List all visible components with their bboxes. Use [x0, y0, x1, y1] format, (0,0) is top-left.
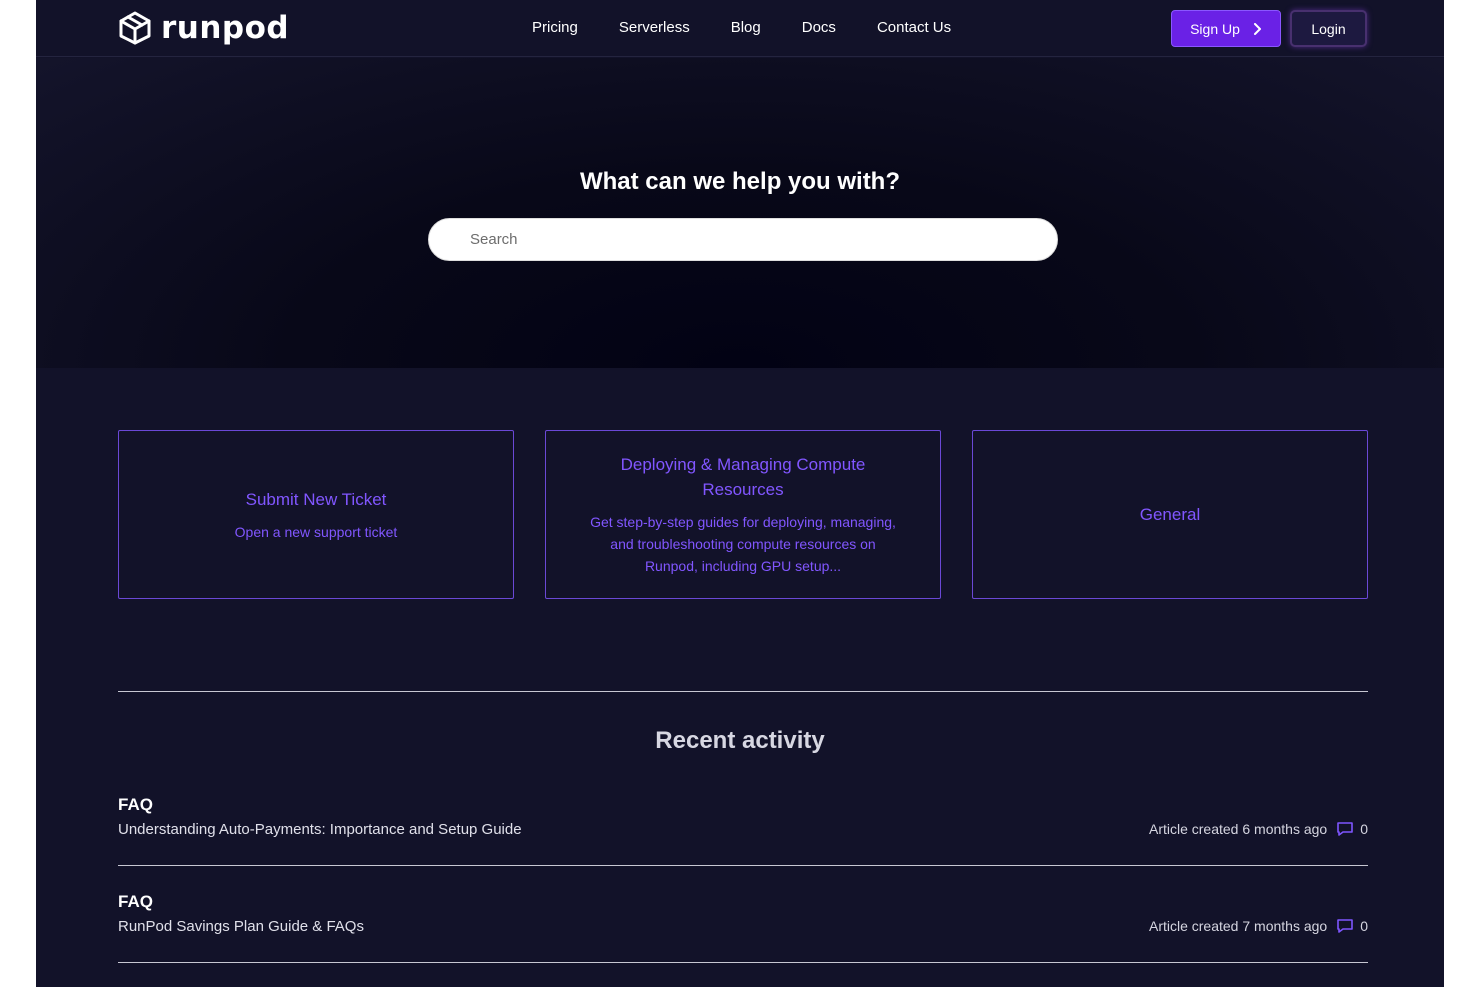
top-navbar: runpod Pricing Serverless Blog Docs Cont…	[36, 0, 1444, 57]
card-submit-new-ticket[interactable]: Submit New Ticket Open a new support tic…	[118, 430, 514, 599]
nav-link-contact-us[interactable]: Contact Us	[877, 19, 951, 36]
sign-up-label: Sign Up	[1190, 20, 1240, 37]
activity-item: FAQ Understanding Auto-Payments: Importa…	[118, 795, 1368, 845]
comment-count: 0	[1360, 918, 1368, 934]
hero-section: What can we help you with?	[36, 58, 1444, 368]
hero-title: What can we help you with?	[579, 168, 900, 195]
activity-meta: Article created 6 months ago 0	[1149, 821, 1368, 837]
card-description: Get step-by-step guides for deploying, m…	[590, 514, 896, 574]
category-cards: Submit New Ticket Open a new support tic…	[118, 430, 1368, 599]
comment-count: 0	[1360, 821, 1368, 837]
section-divider	[118, 691, 1368, 692]
card-description: Open a new support ticket	[234, 523, 398, 540]
activity-timestamp: Article created 7 months ago	[1148, 918, 1328, 934]
activity-meta: Article created 7 months ago 0	[1149, 918, 1368, 934]
activity-item: FAQ RunPod Savings Plan Guide & FAQs Art…	[118, 892, 1368, 942]
nav-link-docs[interactable]: Docs	[802, 19, 836, 36]
search-bar	[428, 218, 1058, 261]
activity-category-link[interactable]: FAQ	[118, 795, 153, 815]
card-title: Submit New Ticket	[245, 489, 387, 509]
activity-timestamp: Article created 6 months ago	[1148, 821, 1328, 837]
activity-divider	[118, 962, 1368, 963]
sign-up-button[interactable]: Sign Up	[1171, 10, 1281, 47]
activity-category-link[interactable]: FAQ	[118, 892, 153, 912]
comment-bubble-icon	[1337, 822, 1354, 836]
search-icon	[445, 232, 460, 247]
brand-logo[interactable]: runpod	[118, 9, 289, 47]
runpod-cube-logo-icon	[119, 11, 151, 45]
activity-article-link[interactable]: Understanding Auto-Payments: Importance …	[118, 821, 522, 838]
main-nav: Pricing Serverless Blog Docs Contact Us	[532, 19, 992, 36]
recent-activity-title: Recent activity	[655, 727, 825, 754]
nav-link-pricing[interactable]: Pricing	[532, 19, 578, 36]
nav-link-blog[interactable]: Blog	[731, 19, 761, 36]
comment-bubble-icon	[1337, 919, 1354, 933]
card-general[interactable]: General	[972, 430, 1368, 599]
search-input[interactable]	[470, 224, 1030, 255]
card-deploying-managing-compute[interactable]: Deploying & Managing Compute Resources G…	[545, 430, 941, 599]
brand-name: runpod	[161, 10, 290, 46]
activity-article-link[interactable]: RunPod Savings Plan Guide & FAQs	[118, 918, 364, 935]
card-title: General	[1139, 505, 1201, 524]
nav-link-serverless[interactable]: Serverless	[619, 19, 690, 36]
card-title: Deploying & Managing Compute Resources	[620, 455, 866, 499]
login-button[interactable]: Login	[1290, 10, 1367, 47]
login-label: Login	[1311, 20, 1346, 37]
help-center-page: runpod Pricing Serverless Blog Docs Cont…	[36, 0, 1444, 987]
chevron-right-icon	[1253, 22, 1261, 35]
activity-divider	[118, 865, 1368, 866]
